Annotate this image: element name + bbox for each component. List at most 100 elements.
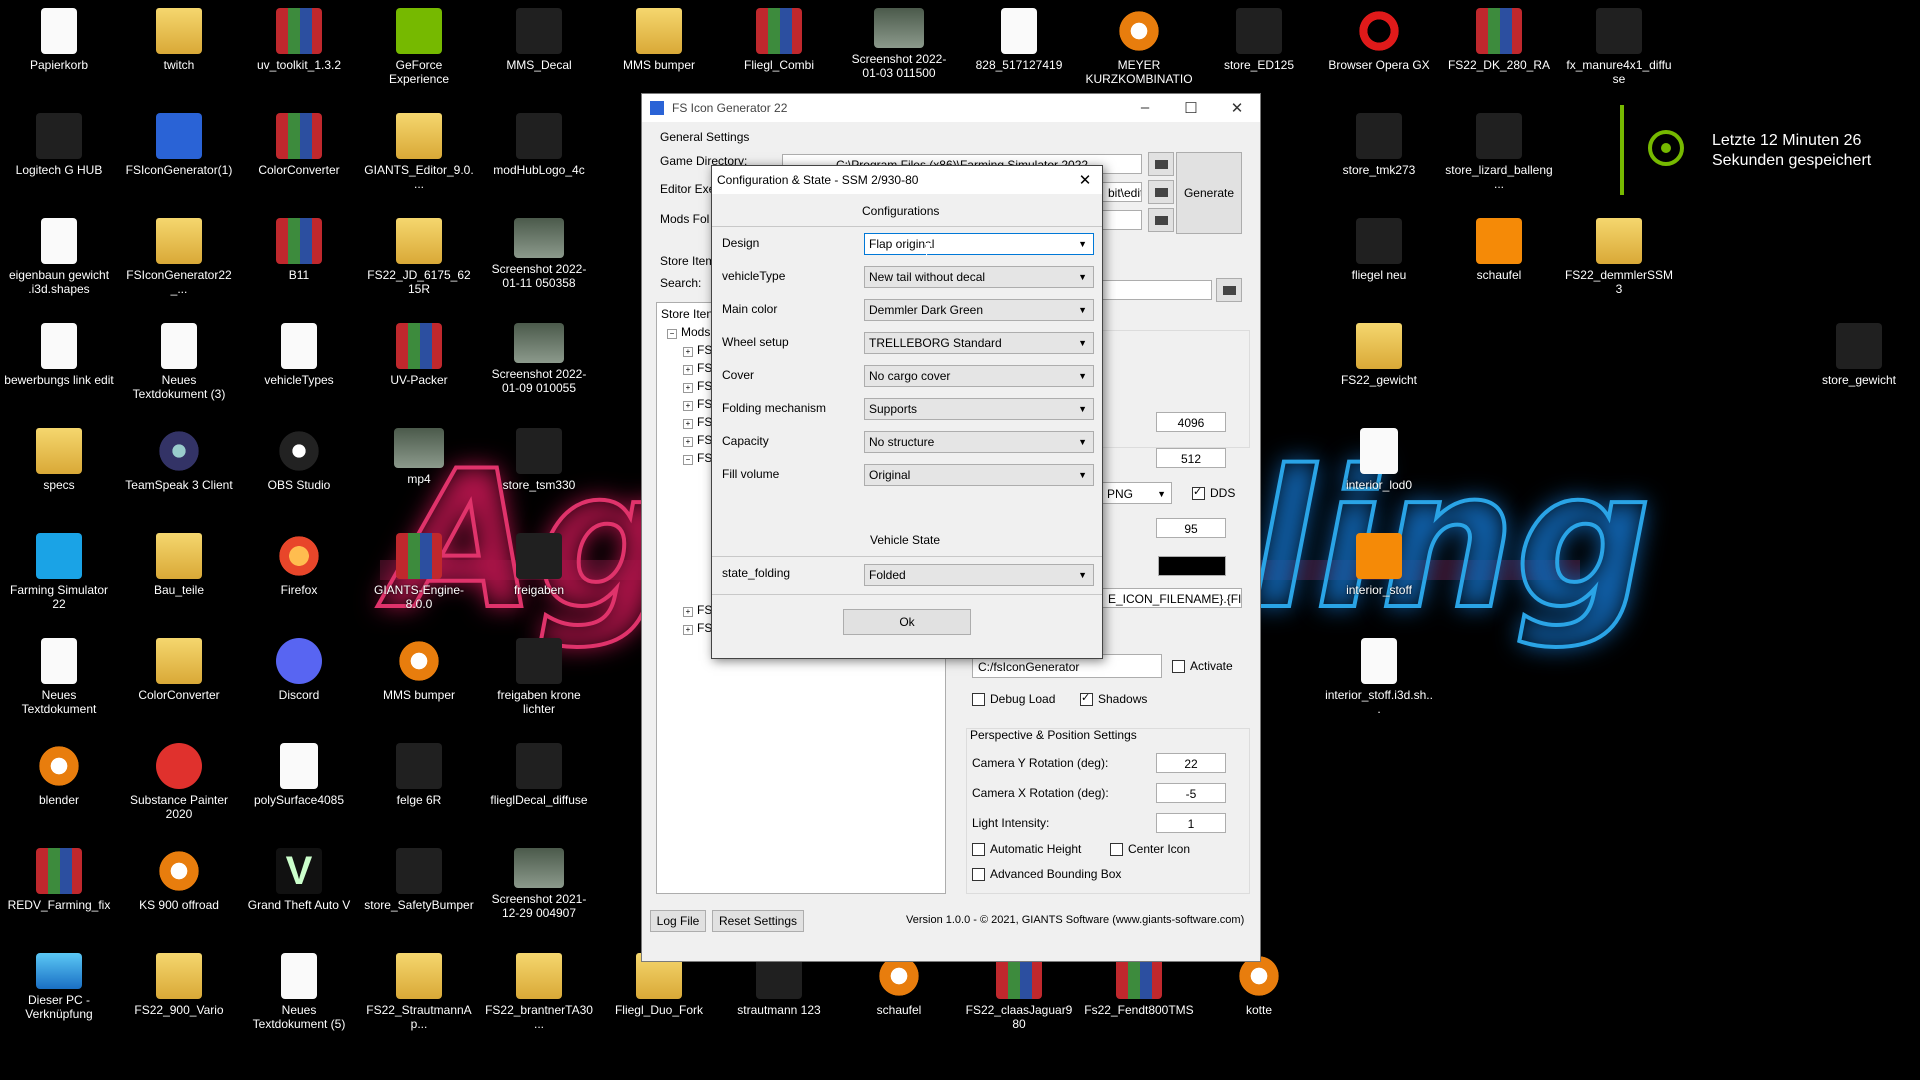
desktop-icon[interactable]: Screenshot 2022-01-11 050358 [484,218,594,290]
desktop-icon[interactable]: Neues Textdokument [4,638,114,716]
desktop-icon[interactable]: Firefox [244,533,354,597]
checkbox-box[interactable] [972,842,985,856]
dds-checkbox[interactable]: DDS [1192,485,1235,500]
desktop-icon[interactable]: FS22_JD_6175_6215R [364,218,474,296]
config-select[interactable]: Demmler Dark Green ▼ [864,299,1094,321]
desktop-icon[interactable]: KS 900 offroad [124,848,234,912]
shadows-checkbox[interactable]: Shadows [1080,691,1147,706]
minimize-icon[interactable]: – [1122,99,1168,117]
desktop-icon[interactable]: specs [4,428,114,492]
desktop-icon[interactable]: store_ED125 [1204,8,1314,72]
desktop-icon[interactable]: kotte [1204,953,1314,1017]
desktop-icon[interactable]: OBS Studio [244,428,354,492]
light-intensity-field[interactable]: 1 [1156,813,1226,833]
expand-icon[interactable]: + [683,383,693,393]
desktop-icon[interactable]: UV-Packer [364,323,474,387]
expand-icon[interactable]: + [683,625,693,635]
log-file-button[interactable]: Log File [650,910,706,932]
desktop-icon[interactable]: Bau_teile [124,533,234,597]
desktop-icon[interactable]: FS22_StrautmannAp... [364,953,474,1031]
debug-load-checkbox[interactable]: Debug Load [972,692,1055,706]
tree-item[interactable]: + FS [683,621,712,635]
config-select[interactable]: No structure ▼ [864,431,1094,453]
search-browse-icon[interactable] [1216,278,1242,302]
config-select[interactable]: TRELLEBORG Standard ▼ [864,332,1094,354]
desktop-icon[interactable]: FS22_DK_280_RA [1444,8,1554,72]
tree-item[interactable]: − FS [683,451,712,465]
desktop-icon[interactable]: ColorConverter [124,638,234,702]
background-color-swatch[interactable] [1158,556,1226,576]
desktop-icon[interactable]: interior_stoff.i3d.sh... [1324,638,1434,716]
collapse-icon[interactable]: − [683,455,693,465]
config-select[interactable]: Supports ▼ [864,398,1094,420]
tree-item[interactable]: + FS [683,361,712,375]
search-input[interactable] [1102,280,1212,300]
desktop-icon[interactable]: blender [4,743,114,807]
camera-y-field[interactable]: 22 [1156,753,1226,773]
desktop-icon[interactable]: strautmann 123 [724,953,834,1017]
tree-item[interactable]: + FS [683,379,712,393]
desktop-icon[interactable]: store_tmk273 [1324,113,1434,177]
desktop-icon[interactable]: Neues Textdokument (3) [124,323,234,401]
checkbox-box[interactable] [1192,485,1205,500]
window-titlebar[interactable]: FS Icon Generator 22 – ☐ ✕ [642,94,1260,122]
tree-item[interactable]: + FS [683,433,712,447]
format-select[interactable]: PNG ▼ [1102,482,1172,504]
tree-item[interactable]: + FS [683,343,712,357]
desktop-icon[interactable]: uv_toolkit_1.3.2 [244,8,354,72]
maximize-icon[interactable]: ☐ [1168,99,1214,117]
desktop-icon[interactable]: Fs22_Fendt800TMS [1084,953,1194,1017]
desktop-icon[interactable]: freigaben [484,533,594,597]
desktop-icon[interactable]: Screenshot 2022-01-09 010055 [484,323,594,395]
desktop-icon[interactable]: FS22_900_Vario [124,953,234,1017]
desktop-icon[interactable]: MMS bumper [364,638,474,702]
tree-root[interactable]: Store Iten [661,307,713,321]
desktop-icon[interactable]: polySurface4085 [244,743,354,807]
desktop-icon[interactable]: modHubLogo_4c [484,113,594,177]
tree-mods-node[interactable]: − Mods [667,325,710,339]
dialog-titlebar[interactable]: Configuration & State - SSM 2/930-80 ✕ [712,166,1102,194]
expand-icon[interactable]: + [683,419,693,429]
reset-settings-button[interactable]: Reset Settings [712,910,804,932]
desktop-icon[interactable]: store_tsm330 [484,428,594,492]
generate-button[interactable]: Generate [1176,152,1242,234]
ok-button[interactable]: Ok [843,609,971,635]
checkbox-box[interactable] [1080,691,1093,706]
desktop-icon[interactable]: GeForce Experience [364,8,474,86]
desktop-icon[interactable]: MMS_Decal [484,8,594,72]
desktop-icon[interactable]: Neues Textdokument (5) [244,953,354,1031]
desktop-icon[interactable]: fx_manure4x1_diffuse [1564,8,1674,86]
expand-icon[interactable]: + [683,437,693,447]
checkbox-box[interactable] [1172,659,1185,673]
config-select[interactable]: Flap original ▼ [864,233,1094,255]
editor-exe-field[interactable]: bit\edit [1102,182,1142,202]
desktop-icon[interactable]: eigenbaun gewicht .i3d.shapes [4,218,114,296]
tree-item[interactable]: + FS [683,603,712,617]
desktop-icon[interactable]: GIANTS-Engine-8.0.0 [364,533,474,611]
desktop-icon[interactable]: fliegel neu [1324,218,1434,282]
desktop-icon[interactable]: B11 [244,218,354,282]
browse-editor-icon[interactable] [1148,180,1174,204]
preview-size-field[interactable]: 512 [1156,448,1226,468]
config-select[interactable]: New tail without decal ▼ [864,266,1094,288]
desktop-icon[interactable]: felge 6R [364,743,474,807]
desktop-icon[interactable]: interior_lod0 [1324,428,1434,492]
close-icon[interactable]: ✕ [1214,99,1260,117]
desktop-icon[interactable]: Fliegl_Combi [724,8,834,72]
checkbox-box[interactable] [972,867,985,881]
desktop-icon[interactable]: MMS bumper [604,8,714,72]
expand-icon[interactable]: + [683,607,693,617]
desktop-icon[interactable]: store_gewicht [1804,323,1914,387]
state-folding-select[interactable]: Folded ▼ [864,564,1094,586]
desktop-icon[interactable]: Farming Simulator 22 [4,533,114,611]
mods-folder-field[interactable] [1102,210,1142,230]
desktop-icon[interactable]: interior_stoff [1324,533,1434,597]
desktop-icon[interactable]: schaufel [1444,218,1554,282]
desktop-icon[interactable]: schaufel [844,953,954,1017]
desktop-icon[interactable]: Fliegl_Duo_Fork [604,953,714,1017]
dialog-close-icon[interactable]: ✕ [1068,171,1102,189]
desktop-icon[interactable]: Screenshot 2021-12-29 004907 [484,848,594,920]
desktop-icon[interactable]: Substance Painter 2020 [124,743,234,821]
desktop-icon[interactable]: FS22_claasJaguar980 [964,953,1074,1031]
tree-item[interactable]: + FS [683,415,712,429]
